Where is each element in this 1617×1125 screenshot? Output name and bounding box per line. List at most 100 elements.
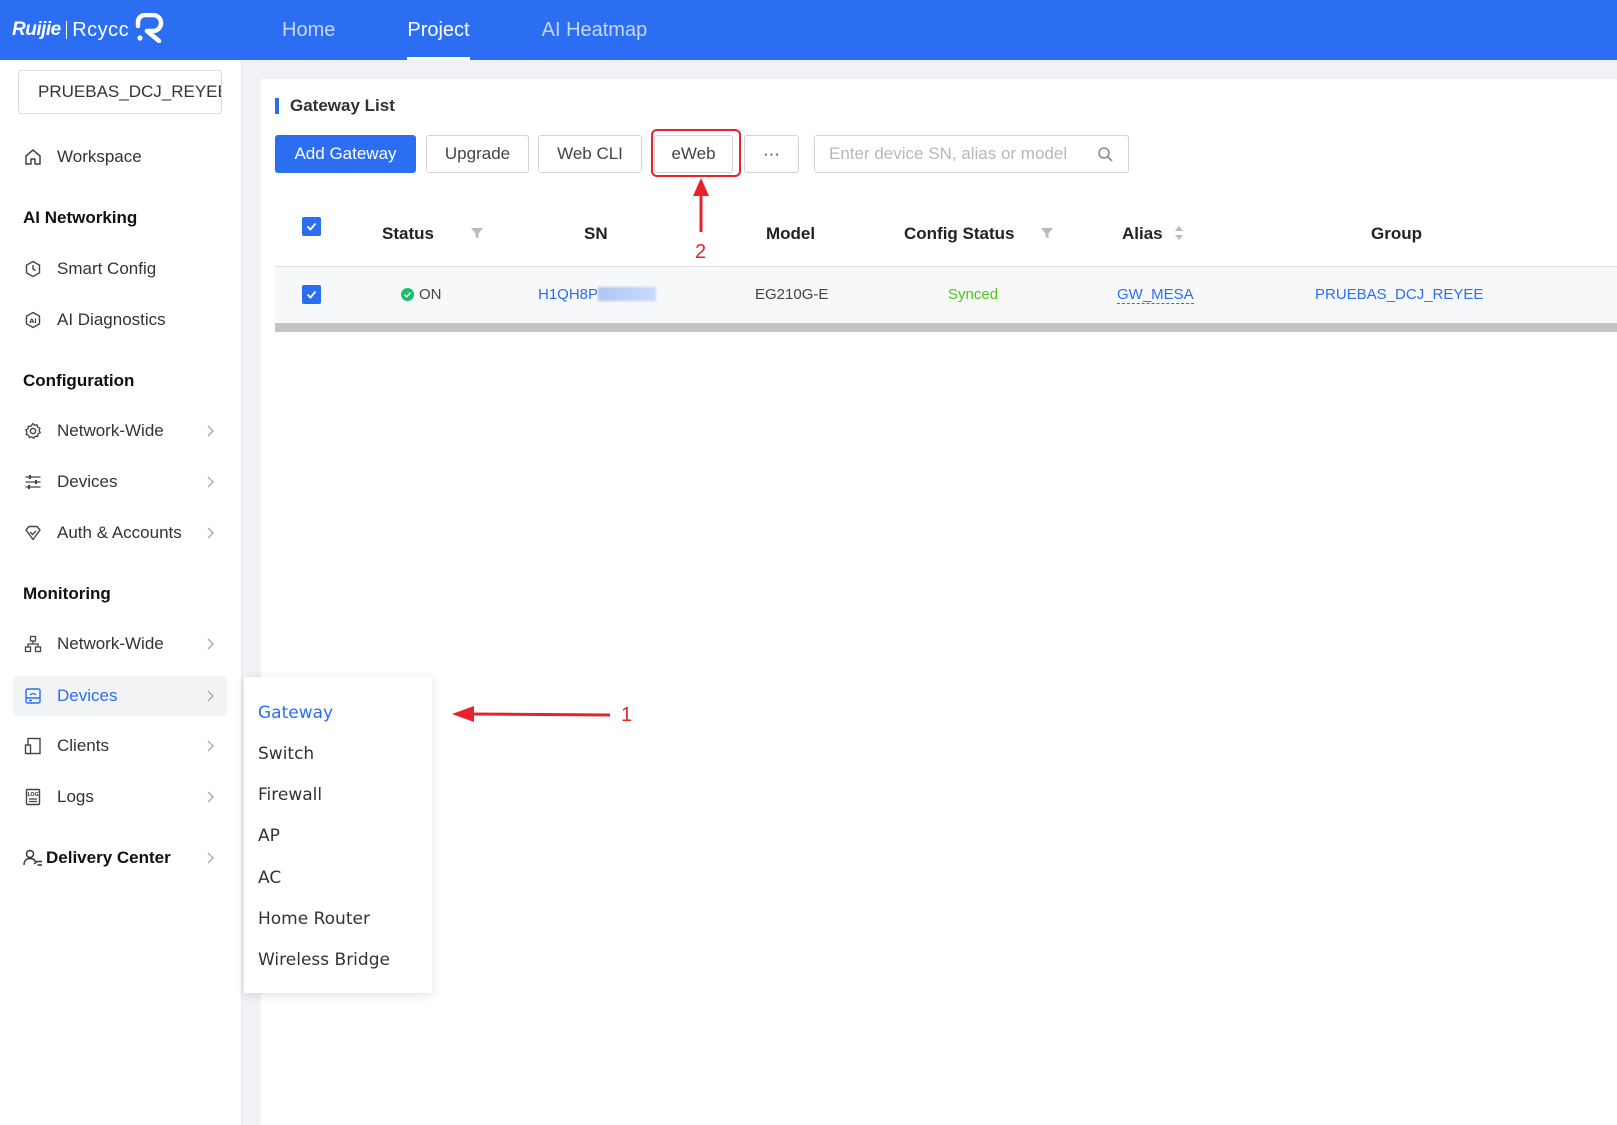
table-header: Status SN Model Config Status Alias Grou…	[275, 197, 1617, 267]
sn-link[interactable]: H1QH8P	[538, 286, 657, 303]
sliders-icon	[22, 471, 44, 493]
sidebar-item-config-network-wide[interactable]: Network-Wide	[13, 411, 227, 451]
web-cli-button[interactable]: Web CLI	[538, 135, 642, 173]
config-status-filter-icon[interactable]	[1040, 226, 1054, 245]
submenu-item-firewall[interactable]: Firewall	[258, 785, 322, 805]
sidebar-item-label: Smart Config	[57, 259, 157, 278]
sidebar-item-ai-diagnostics[interactable]: AI AI Diagnostics	[13, 300, 227, 340]
brand-reyee-text: Rcycc	[72, 18, 130, 41]
annotation-label-2: 2	[695, 241, 707, 263]
sidebar: PRUEBAS_DCJ_REYEE Workspace AI Networkin…	[0, 60, 242, 1125]
sidebar-item-delivery-center[interactable]: Delivery Center	[13, 838, 227, 878]
brand-logo[interactable]: Ruijie Rcycc	[12, 12, 222, 48]
search-icon[interactable]	[1097, 146, 1114, 168]
section-ai-networking: AI Networking	[23, 208, 138, 227]
sidebar-item-label: Network-Wide	[57, 634, 164, 653]
annotation-label-1: 1	[621, 704, 633, 726]
svg-text:LOG: LOG	[27, 792, 38, 798]
device-icon	[22, 685, 44, 707]
ai-diagnostics-icon: AI	[22, 309, 44, 331]
devices-submenu: Gateway Switch Firewall AP AC Home Route…	[244, 677, 432, 993]
nav-project[interactable]: Project	[371, 0, 505, 60]
sidebar-item-label: Logs	[57, 787, 94, 806]
sidebar-item-label: Delivery Center	[46, 848, 171, 867]
group-link[interactable]: PRUEBAS_DCJ_REYEE	[1315, 286, 1483, 303]
sidebar-item-workspace[interactable]: Workspace	[13, 137, 227, 177]
delivery-user-icon	[22, 847, 44, 869]
submenu-item-wireless-bridge[interactable]: Wireless Bridge	[258, 950, 390, 970]
online-status-icon	[401, 288, 414, 306]
submenu-item-switch[interactable]: Switch	[258, 744, 314, 764]
submenu-item-home-router[interactable]: Home Router	[258, 909, 370, 929]
sidebar-item-label: Devices	[57, 686, 118, 705]
section-monitoring: Monitoring	[23, 584, 111, 603]
reyee-r-logo-icon	[135, 12, 165, 48]
alias-link[interactable]: GW_MESA	[1117, 286, 1194, 304]
sidebar-item-label: Devices	[57, 472, 118, 491]
page-title: Gateway List	[275, 96, 395, 116]
search-placeholder: Enter device SN, alias or model	[829, 144, 1068, 163]
column-alias: Alias	[1122, 224, 1163, 243]
submenu-item-ac[interactable]: AC	[258, 868, 281, 888]
submenu-item-ap[interactable]: AP	[258, 826, 280, 846]
config-status-value: Synced	[948, 286, 999, 303]
column-sn: SN	[584, 224, 608, 243]
project-selector[interactable]: PRUEBAS_DCJ_REYEE	[18, 70, 222, 114]
clients-icon	[22, 735, 44, 757]
brand-ruijie-text: Ruijie	[12, 19, 61, 40]
log-icon: LOG	[22, 786, 44, 808]
chevron-right-icon	[205, 688, 215, 708]
sidebar-item-label: Clients	[57, 736, 109, 755]
column-status: Status	[382, 224, 434, 243]
horizontal-scrollbar[interactable]	[275, 323, 1617, 332]
sidebar-item-label: AI Diagnostics	[57, 310, 166, 329]
main-content: Gateway List Add Gateway Upgrade Web CLI…	[261, 79, 1617, 1125]
chevron-right-icon	[205, 636, 215, 656]
chevron-right-icon	[205, 423, 215, 443]
add-gateway-button[interactable]: Add Gateway	[275, 135, 416, 173]
main-nav: Home Project AI Heatmap	[246, 0, 683, 60]
sn-value: H1QH8P	[538, 286, 599, 303]
upgrade-button[interactable]: Upgrade	[426, 135, 529, 173]
nav-home[interactable]: Home	[246, 0, 371, 60]
top-navigation-bar: Ruijie Rcycc Home Project AI Heatmap	[0, 0, 1617, 60]
chevron-right-icon	[205, 525, 215, 545]
status-value: ON	[419, 286, 442, 303]
column-model: Model	[766, 224, 816, 243]
section-configuration: Configuration	[23, 371, 135, 390]
more-button[interactable]: ···	[744, 135, 799, 173]
search-input[interactable]: Enter device SN, alias or model	[814, 135, 1129, 173]
column-config-status: Config Status	[904, 224, 1015, 243]
select-all-checkbox[interactable]	[302, 217, 321, 236]
sidebar-item-clients[interactable]: Clients	[13, 726, 227, 766]
home-icon	[22, 146, 44, 168]
model-value: EG210G-E	[755, 286, 829, 303]
sidebar-item-label: Workspace	[57, 147, 142, 166]
status-filter-icon[interactable]	[470, 226, 484, 245]
redacted-sn-blur	[598, 287, 657, 302]
column-group: Group	[1371, 224, 1422, 243]
sidebar-item-mon-network-wide[interactable]: Network-Wide	[13, 624, 227, 664]
nav-ai-heatmap[interactable]: AI Heatmap	[506, 0, 684, 60]
sidebar-item-mon-devices[interactable]: Devices	[13, 676, 227, 716]
sidebar-item-label: Auth & Accounts	[57, 523, 182, 542]
chevron-right-icon	[205, 789, 215, 809]
chevron-right-icon	[205, 850, 215, 870]
topology-icon	[22, 633, 44, 655]
row-checkbox[interactable]	[302, 285, 321, 304]
sidebar-item-logs[interactable]: LOG Logs	[13, 777, 227, 817]
sidebar-item-config-devices[interactable]: Devices	[13, 462, 227, 502]
alias-sort-icon[interactable]	[1174, 224, 1184, 247]
chevron-right-icon	[205, 738, 215, 758]
submenu-item-gateway[interactable]: Gateway	[258, 703, 333, 723]
sidebar-item-smart-config[interactable]: Smart Config	[13, 249, 227, 289]
sidebar-item-auth-accounts[interactable]: Auth & Accounts	[13, 513, 227, 553]
chevron-right-icon	[205, 474, 215, 494]
sidebar-item-label: Network-Wide	[57, 421, 164, 440]
brand-divider	[65, 21, 68, 39]
diamond-shield-icon	[22, 522, 44, 544]
table-row[interactable]: ON H1QH8P EG210G-E Synced GW_MESA PRUEBA…	[275, 267, 1617, 323]
eweb-highlight-box	[651, 129, 741, 177]
smart-config-icon	[22, 258, 44, 280]
svg-text:AI: AI	[29, 317, 36, 325]
